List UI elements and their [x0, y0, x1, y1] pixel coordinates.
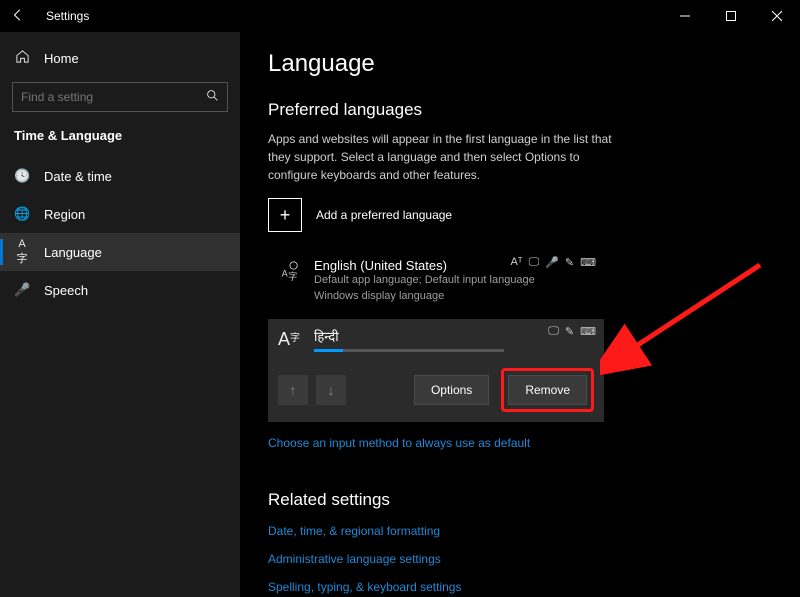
handwriting-icon: ✎	[565, 325, 574, 338]
svg-text:字: 字	[288, 270, 297, 281]
back-button[interactable]	[6, 8, 30, 25]
language-glyph-icon: A字	[276, 327, 302, 352]
keyboard-icon: ⌨	[580, 325, 596, 338]
related-link-spelling[interactable]: Spelling, typing, & keyboard settings	[268, 580, 772, 594]
display-icon: 🖵	[529, 256, 540, 269]
add-language-row[interactable]: + Add a preferred language	[268, 198, 772, 232]
move-down-button[interactable]: ↓	[316, 375, 346, 405]
nav-speech[interactable]: 🎤 Speech	[0, 271, 240, 309]
add-language-label: Add a preferred language	[316, 208, 452, 222]
language-feature-icons: 🖵 ✎ ⌨	[548, 325, 596, 338]
handwriting-icon: ✎	[565, 256, 574, 269]
search-icon	[206, 89, 219, 105]
close-button[interactable]	[754, 0, 800, 32]
content-pane: Language Preferred languages Apps and we…	[240, 32, 800, 597]
remove-button[interactable]: Remove	[508, 375, 587, 405]
home-icon	[14, 49, 30, 67]
page-title: Language	[268, 50, 772, 78]
move-up-button[interactable]: ↑	[278, 375, 308, 405]
microphone-icon: 🎤	[14, 282, 30, 298]
home-nav[interactable]: Home	[0, 40, 240, 76]
language-feature-icons: Aᵀ 🖵 🎤 ✎ ⌨	[510, 256, 596, 269]
plus-icon: +	[268, 198, 302, 232]
related-settings-heading: Related settings	[268, 490, 772, 510]
input-method-link[interactable]: Choose an input method to always use as …	[268, 436, 772, 450]
globe-icon: 🌐	[14, 206, 30, 222]
maximize-button[interactable]	[708, 0, 754, 32]
category-heading: Time & Language	[0, 124, 240, 157]
clock-icon: 🕓	[14, 168, 30, 184]
keyboard-icon: ⌨	[580, 256, 596, 269]
install-progress	[314, 349, 504, 352]
search-box[interactable]	[12, 82, 228, 112]
preferred-languages-heading: Preferred languages	[268, 100, 772, 120]
nav-language[interactable]: A字 Language	[0, 233, 240, 271]
home-label: Home	[44, 51, 79, 66]
sidebar: Home Time & Language 🕓 Date & time 🌐 Reg…	[0, 32, 240, 597]
related-link-admin-lang[interactable]: Administrative language settings	[268, 552, 772, 566]
search-input[interactable]	[21, 90, 206, 104]
nav-date-time[interactable]: 🕓 Date & time	[0, 157, 240, 195]
display-icon: 🖵	[548, 325, 559, 338]
titlebar: Settings	[0, 0, 800, 32]
nav-label: Region	[44, 207, 85, 222]
remove-button-highlight: Remove	[501, 368, 594, 412]
related-link-date-time[interactable]: Date, time, & regional formatting	[268, 524, 772, 538]
nav-region[interactable]: 🌐 Region	[0, 195, 240, 233]
language-item-english[interactable]: A字 English (United States) Default app l…	[268, 250, 604, 313]
language-glyph-icon: A字	[276, 258, 302, 305]
minimize-button[interactable]	[662, 0, 708, 32]
language-item-hindi-selected[interactable]: A字 हिन्दी 🖵 ✎ ⌨ ↑ ↓ Options	[268, 319, 604, 422]
preferred-languages-desc: Apps and websites will appear in the fir…	[268, 130, 628, 184]
language-icon: A字	[14, 238, 30, 266]
speech-icon: 🎤	[545, 256, 559, 269]
nav-label: Language	[44, 245, 102, 260]
nav-label: Speech	[44, 283, 88, 298]
nav-label: Date & time	[44, 169, 112, 184]
language-subtext: Default app language; Default input lang…	[314, 273, 594, 305]
options-button[interactable]: Options	[414, 375, 489, 405]
text-to-speech-icon: Aᵀ	[510, 256, 522, 269]
window-title: Settings	[46, 9, 89, 23]
